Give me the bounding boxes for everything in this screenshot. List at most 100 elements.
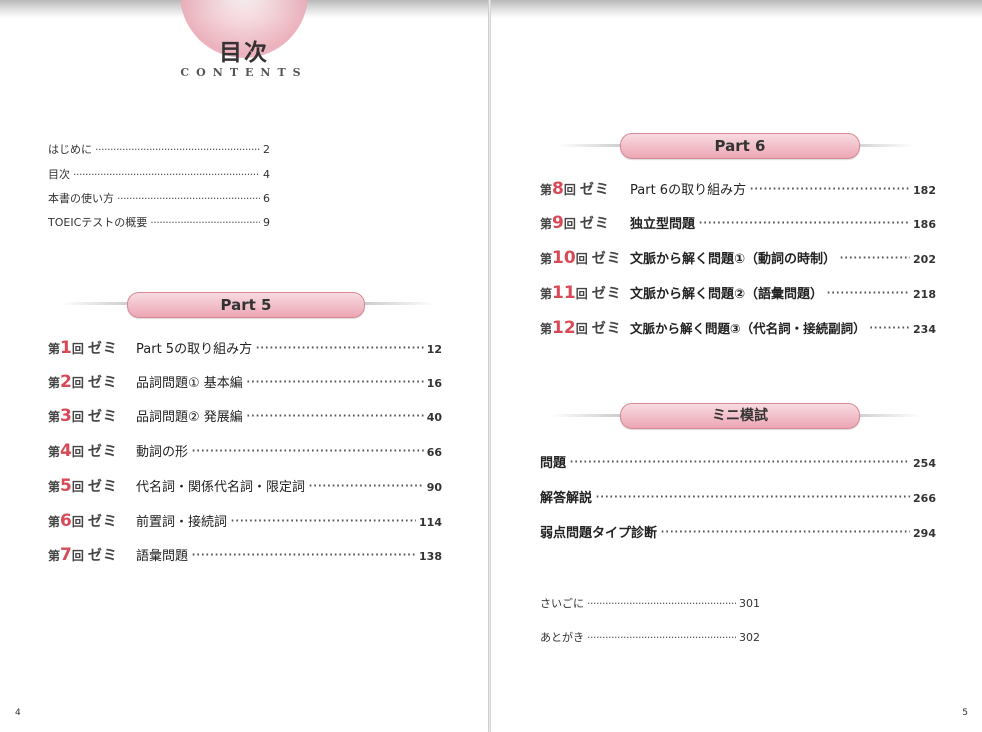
mini-item[interactable]: 弱点問題タイプ診断 294 [540,522,936,541]
leader-dots [587,597,736,610]
mini-item-label: 問題 [540,456,567,471]
closing-item[interactable]: あとがき 302 [540,629,760,645]
closing-item[interactable]: さいごに 301 [540,595,760,611]
lesson-row[interactable]: 第11回ゼミ 文脈から解く問題②（語彙問題） 218 [540,283,936,303]
lesson-number: 第12回 ゼミ [540,318,622,338]
lesson-row[interactable]: 第7回ゼミ 語彙問題 138 [48,545,442,565]
lesson-row[interactable]: 第1回ゼミ Part 5の取り組み方 12 [48,338,442,358]
page-number: 218 [913,288,936,301]
lesson-number: 第9回 ゼミ [540,213,610,233]
leader-dots [255,338,424,357]
lesson-title: 前置詞・接続詞 [136,515,228,530]
page-number: 6 [263,192,270,205]
leader-dots [150,216,260,229]
lesson-title: 代名詞・関係代名詞・限定詞 [136,480,306,495]
page-number: 302 [739,631,760,644]
book-spread: 目次 CONTENTS はじめに 2 目次 4 本書の使い方 6 TOEICテストの概… [0,0,982,732]
intro-item[interactable]: はじめに 2 [48,141,270,157]
lesson-title: 動詞の形 [136,445,189,460]
lesson-title: Part 6の取り組み方 [630,183,747,198]
leader-dots [230,511,416,530]
leader-dots [660,522,910,541]
mini-item[interactable]: 問題 254 [540,452,936,471]
page-subtitle: CONTENTS [180,66,308,79]
leader-dots [191,545,416,564]
mini-item-label: 解答解説 [540,491,593,506]
page-number: 90 [426,481,442,494]
page-title: 目次 [219,40,269,66]
lesson-number: 第8回 ゼミ [540,179,610,199]
lesson-number: 第11回 ゼミ [540,283,622,303]
lesson-title: 文脈から解く問題②（語彙問題） [630,287,824,302]
leader-dots [73,168,260,181]
leader-dots [246,406,424,425]
intro-label: はじめに [48,143,92,156]
mini-item[interactable]: 解答解説 266 [540,487,936,506]
lesson-number: 第6回 ゼミ [48,511,118,531]
page-number: 114 [419,516,442,529]
mini-test-heading: ミニ模試 [620,403,860,429]
leader-dots [587,631,736,644]
leader-dots [117,192,260,205]
lesson-title: 語彙問題 [136,549,189,564]
intro-item[interactable]: 本書の使い方 6 [48,190,270,206]
lesson-row[interactable]: 第5回ゼミ 代名詞・関係代名詞・限定詞 90 [48,476,442,496]
leader-dots [308,476,424,495]
lesson-number: 第4回 ゼミ [48,441,118,461]
intro-label: 本書の使い方 [48,192,114,205]
page-number: 66 [426,446,442,459]
lesson-title: 品詞問題② 発展編 [136,410,243,425]
page-number: 12 [426,343,442,356]
part5-heading: Part 5 [127,292,365,318]
lesson-number: 第7回 ゼミ [48,545,118,565]
closing-label: さいごに [540,597,584,610]
top-band [491,0,982,18]
intro-item[interactable]: TOEICテストの概要 9 [48,214,270,230]
left-page: 目次 CONTENTS はじめに 2 目次 4 本書の使い方 6 TOEICテストの概… [0,0,488,732]
page-number: 301 [739,597,760,610]
page-number: 4 [263,168,270,181]
page-number: 9 [263,216,270,229]
leader-dots [839,248,910,267]
page-number: 40 [426,411,442,424]
page-number: 16 [426,377,442,390]
lesson-number: 第1回 ゼミ [48,338,118,358]
lesson-title: 文脈から解く問題①（動詞の時制） [630,252,837,267]
page-number: 186 [913,218,936,231]
leader-dots [569,452,910,471]
intro-item[interactable]: 目次 4 [48,166,270,182]
lesson-row[interactable]: 第9回ゼミ 独立型問題 186 [540,213,936,233]
lesson-row[interactable]: 第10回ゼミ 文脈から解く問題①（動詞の時制） 202 [540,248,936,268]
part6-heading: Part 6 [620,133,860,159]
page-number: 266 [913,492,936,505]
lesson-row[interactable]: 第8回ゼミ Part 6の取り組み方 182 [540,179,936,199]
lesson-row[interactable]: 第6回ゼミ 前置詞・接続詞 114 [48,511,442,531]
intro-label: TOEICテストの概要 [48,216,148,229]
lesson-row[interactable]: 第4回ゼミ 動詞の形 66 [48,441,442,461]
page-number: 138 [419,550,442,563]
lesson-title: 独立型問題 [630,217,696,232]
lesson-number: 第3回 ゼミ [48,406,118,426]
leader-dots [869,318,910,337]
leader-dots [826,283,910,302]
page-folio: 4 [15,708,21,718]
lesson-title: Part 5の取り組み方 [136,342,253,357]
lesson-row[interactable]: 第2回ゼミ 品詞問題① 基本編 16 [48,372,442,392]
lesson-title: 文脈から解く問題③（代名詞・接続副詞） [630,321,866,336]
lesson-row[interactable]: 第12回ゼミ 文脈から解く問題③（代名詞・接続副詞） 234 [540,318,936,338]
closing-label: あとがき [540,631,584,644]
page-number: 234 [913,323,936,336]
leader-dots [191,441,424,460]
page-number: 2 [263,143,270,156]
lesson-row[interactable]: 第3回ゼミ 品詞問題② 発展編 40 [48,406,442,426]
leader-dots [95,143,260,156]
lesson-number: 第5回 ゼミ [48,476,118,496]
page-number: 182 [913,184,936,197]
leader-dots [595,487,910,506]
lesson-title: 品詞問題① 基本編 [136,376,243,391]
mini-item-label: 弱点問題タイプ診断 [540,526,658,541]
intro-label: 目次 [48,168,70,181]
lesson-number: 第10回 ゼミ [540,248,622,268]
page-folio: 5 [962,708,968,718]
leader-dots [246,372,424,391]
